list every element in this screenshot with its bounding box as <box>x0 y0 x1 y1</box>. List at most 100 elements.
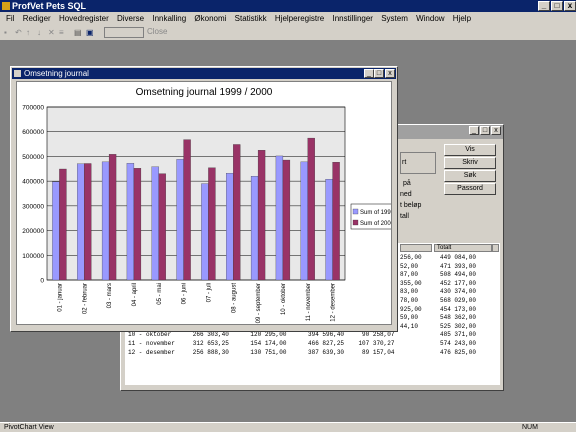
menu-rediger[interactable]: Rediger <box>23 14 51 23</box>
passord-button[interactable]: Passord <box>444 183 496 195</box>
preview-icon[interactable]: ▣ <box>86 28 94 37</box>
table-cell-total: 454 173,00 <box>440 305 477 313</box>
menu-innkalling[interactable]: Innkalling <box>152 14 186 23</box>
toolbar-combo[interactable] <box>104 27 144 38</box>
table-cell-total: 574 243,00 <box>440 340 477 347</box>
partial-panel: rt <box>400 152 436 174</box>
maximize-button[interactable]: □ <box>551 1 563 11</box>
x-tick-label: 10 - oktober <box>281 283 287 315</box>
y-tick-label: 300000 <box>22 203 44 210</box>
bar <box>208 167 216 281</box>
bar <box>201 183 209 281</box>
toolbar-close-button[interactable]: Close <box>147 27 167 36</box>
x-tick-label: 07 - juli <box>206 283 212 302</box>
y-tick-label: 400000 <box>22 179 44 186</box>
x-tick-label: 05 - mai <box>157 283 163 305</box>
x-tick-label: 01 - januar <box>57 283 63 312</box>
bar <box>52 181 60 281</box>
bar <box>101 161 110 281</box>
menu-hovedregister[interactable]: Hovedregister <box>59 14 109 23</box>
option-label: ned <box>400 191 412 198</box>
table-cell: 78,00 <box>400 297 419 304</box>
skriv-button[interactable]: Skriv <box>444 157 496 169</box>
bar <box>332 162 340 281</box>
x-tick-label: 11 - november <box>306 283 312 321</box>
table-cell-total: 430 374,00 <box>440 288 477 296</box>
bg-maximize-button[interactable]: □ <box>480 126 490 135</box>
option-label: på <box>403 180 411 187</box>
table-cell-total: 471 393,00 <box>440 262 477 270</box>
menu-system[interactable]: System <box>381 14 408 23</box>
legend-swatch <box>352 208 359 215</box>
chart-close-button[interactable]: x <box>385 69 395 78</box>
sok-button[interactable]: Søk <box>444 170 496 182</box>
print-icon[interactable]: ▤ <box>74 28 82 37</box>
close-button[interactable]: x <box>564 1 576 11</box>
bar <box>59 168 67 281</box>
bar <box>282 159 291 281</box>
bar <box>158 173 166 281</box>
x-tick-label: 09 - september <box>256 283 262 323</box>
x-tick-label: 08 - august <box>231 283 237 313</box>
x-tick-label: 06 - juni <box>182 283 188 304</box>
bar <box>84 163 92 281</box>
menu-fil[interactable]: Fil <box>6 14 14 23</box>
menu-window[interactable]: Window <box>416 14 444 23</box>
menu-diverse[interactable]: Diverse <box>117 14 144 23</box>
x-tick-label: 12 - desember <box>331 283 337 322</box>
bar <box>126 163 135 281</box>
legend-label: Sum of 2000 <box>360 221 391 227</box>
table-row: 10 - oktober 266 303,40 120 295,00 394 5… <box>128 331 395 338</box>
legend-label: Sum of 1999 <box>360 210 391 216</box>
bar <box>108 154 117 281</box>
table-cell-total: 548 362,00 <box>440 314 477 322</box>
save-icon[interactable]: ▪ <box>4 28 12 37</box>
list-icon[interactable]: ≡ <box>59 28 67 37</box>
bg-close-button[interactable]: x <box>491 126 501 135</box>
partial-label: rt <box>402 159 407 166</box>
menu-hjelp[interactable]: Hjelp <box>453 14 471 23</box>
down-arrow-icon[interactable]: ↓ <box>37 28 45 37</box>
table-cell-total: 568 029,00 <box>440 297 477 304</box>
bar <box>233 144 241 281</box>
delete-icon[interactable]: ✕ <box>48 28 56 37</box>
x-tick-label: 02 - februar <box>82 283 88 314</box>
table-row: 12 - desember 256 888,30 130 751,00 387 … <box>128 349 395 356</box>
column-header-totalt: Totalt <box>434 244 492 252</box>
chart-area: Omsetning journal 1999 / 2000 0 100000 2000… <box>16 81 399 325</box>
status-bar: PivotChart View NUM <box>0 422 576 432</box>
y-tick-label: 600000 <box>22 129 44 136</box>
bar <box>183 139 191 281</box>
bg-minimize-button[interactable]: _ <box>469 126 479 135</box>
y-tick-label: 500000 <box>22 154 44 161</box>
bar <box>257 150 266 281</box>
menu-statistikk[interactable]: Statistikk <box>235 14 267 23</box>
menu-hjelperegistre[interactable]: Hjelperegistre <box>275 14 324 23</box>
y-tick-label: 200000 <box>22 228 44 235</box>
x-tick-label: 03 - mars <box>107 283 113 308</box>
status-view: PivotChart View <box>4 424 54 431</box>
option-label: t beløp <box>400 202 422 209</box>
up-arrow-icon[interactable]: ↑ <box>26 28 34 37</box>
table-cell: 52,00 <box>400 262 419 270</box>
y-tick-label: 700000 <box>22 105 44 112</box>
table-cell-total: 449 084,00 <box>440 254 477 261</box>
undo-icon[interactable]: ↶ <box>15 28 23 37</box>
bar <box>300 161 308 281</box>
menu-innstillinger[interactable]: Innstillinger <box>332 14 372 23</box>
table-cell: 355,00 <box>400 279 422 287</box>
table-cell-total: 525 302,00 <box>440 322 477 330</box>
minimize-button[interactable]: _ <box>538 1 550 11</box>
app-icon <box>2 2 10 10</box>
toolbar: ▪ ↶ ↑ ↓ ✕ ≡ ▤ ▣ Close <box>0 25 576 41</box>
chart-maximize-button[interactable]: □ <box>374 69 384 78</box>
table-cell-total: 476 825,00 <box>440 348 477 356</box>
y-tick-label: 0 <box>40 278 44 285</box>
vis-button[interactable]: Vis <box>444 144 496 156</box>
menu-okonomi[interactable]: Økonomi <box>194 14 226 23</box>
chart-minimize-button[interactable]: _ <box>364 69 374 78</box>
table-cell: 59,00 <box>400 314 419 322</box>
table-cell: 44,10 <box>400 322 419 330</box>
bar <box>226 173 234 281</box>
plot-area <box>46 106 346 281</box>
